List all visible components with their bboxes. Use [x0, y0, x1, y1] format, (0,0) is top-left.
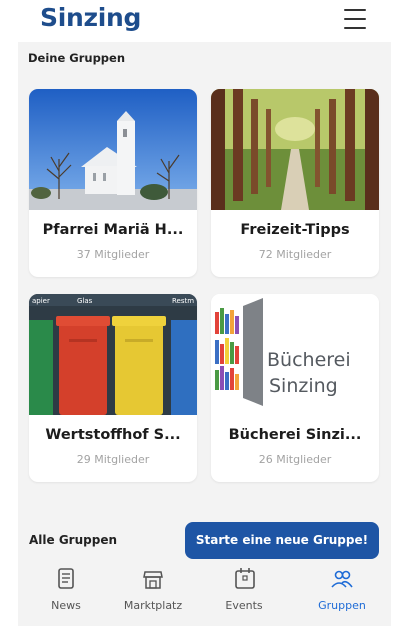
- nav-label: Gruppen: [318, 599, 366, 612]
- bin-label-glass: Glas: [77, 297, 93, 305]
- storefront-icon: [143, 571, 163, 589]
- group-card[interactable]: Pfarrei Mariä H... 37 Mitglieder: [29, 89, 197, 277]
- nav-label: Marktplatz: [123, 599, 183, 612]
- nav-item-events[interactable]: Events: [201, 560, 287, 620]
- church-photo: [29, 89, 197, 210]
- group-card[interactable]: Bücherei Sinzing Bücherei Sinzi... 26 Mi…: [211, 294, 379, 482]
- app-title: Sinzing: [40, 3, 142, 32]
- people-icon: [331, 570, 353, 588]
- group-member-count: 29 Mitglieder: [76, 453, 150, 466]
- group-member-count: 37 Mitglieder: [76, 248, 150, 261]
- group-name: Freizeit-Tipps: [240, 222, 350, 238]
- newspaper-icon: [58, 568, 74, 589]
- bottom-navigation: News Marktplatz Events Gruppen: [18, 560, 391, 620]
- nav-label: News: [51, 599, 81, 612]
- library-logo-word-1: Bücherei: [267, 349, 351, 371]
- nav-label: Events: [225, 599, 263, 612]
- group-name: Pfarrei Mariä H...: [42, 222, 184, 238]
- forest-path-photo: [211, 89, 379, 210]
- recycling-bins-photo: apier Glas Restm: [29, 294, 197, 415]
- group-name: Wertstoffhof S...: [45, 427, 181, 443]
- section-title: Deine Gruppen: [28, 51, 126, 65]
- library-logo-word-2: Sinzing: [269, 375, 338, 397]
- group-name: Bücherei Sinzi...: [228, 427, 362, 443]
- nav-item-gruppen[interactable]: Gruppen: [299, 560, 385, 620]
- group-member-count: 72 Mitglieder: [258, 248, 332, 261]
- hamburger-menu-icon[interactable]: [341, 7, 369, 31]
- app-header: Sinzing: [0, 0, 398, 44]
- group-member-count: 26 Mitglieder: [258, 453, 332, 466]
- new-group-button[interactable]: Starte eine neue Gruppe!: [185, 522, 379, 559]
- group-card[interactable]: apier Glas Restm Wertstoffhof S... 29 Mi…: [29, 294, 197, 482]
- groups-content: Deine Gruppen Pfarrei Mariä H... 37 Mitg…: [18, 42, 391, 626]
- calendar-icon: [235, 568, 255, 589]
- group-card[interactable]: Freizeit-Tipps 72 Mitglieder: [211, 89, 379, 277]
- bin-label-paper: apier: [32, 297, 50, 305]
- nav-item-news[interactable]: News: [23, 560, 109, 620]
- bin-label-residual: Restm: [172, 297, 194, 305]
- nav-item-marktplatz[interactable]: Marktplatz: [110, 560, 196, 620]
- all-groups-link[interactable]: Alle Gruppen: [29, 533, 117, 547]
- library-logo: Bücherei Sinzing: [211, 294, 379, 415]
